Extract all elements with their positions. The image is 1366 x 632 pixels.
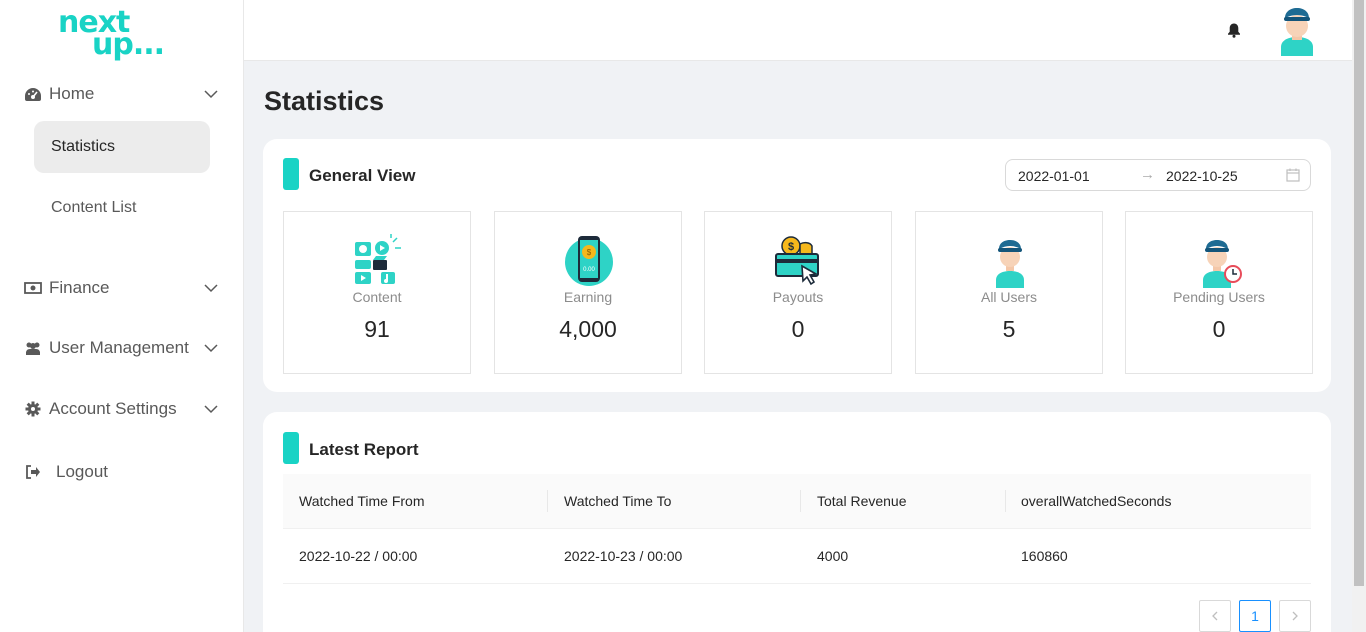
page-title: Statistics [264, 86, 385, 116]
general-view-title: General View [309, 166, 416, 185]
stat-value: 0 [791, 316, 805, 342]
stat-label: Content [352, 289, 402, 305]
user-avatar[interactable] [1278, 4, 1316, 56]
svg-text:$: $ [788, 241, 794, 253]
column-header[interactable]: Watched Time From [299, 493, 425, 509]
chevron-down-icon [204, 90, 218, 99]
stat-label: Earning [563, 289, 613, 305]
stat-card-pending-users: Pending Users 0 [1125, 211, 1313, 374]
brand-logo-line2: up... [92, 27, 165, 62]
sidebar-item-user-management[interactable]: User Management [0, 328, 244, 368]
sidebar-item-label: Account Settings [49, 399, 177, 418]
latest-report-card: Latest Report Watched Time From Watched … [263, 412, 1331, 632]
pagination-prev-button[interactable] [1199, 600, 1231, 632]
users-icon [996, 240, 1024, 288]
column-divider [800, 490, 801, 512]
stat-value: 4,000 [559, 316, 617, 342]
sidebar-item-content-list[interactable]: Content List [34, 182, 210, 234]
calendar-icon [1286, 168, 1300, 182]
stat-card-content: Content 91 [283, 211, 471, 374]
logout-icon [24, 463, 42, 481]
brand-logo[interactable]: next up... [58, 8, 168, 64]
scrollbar-thumb[interactable] [1354, 0, 1364, 586]
general-view-card: General View 2022-01-01 → 2022-10-25 Con… [263, 139, 1331, 392]
latest-report-title: Latest Report [309, 440, 419, 459]
svg-text:$: $ [587, 248, 592, 257]
sidebar-item-label: User Management [49, 338, 189, 357]
table-row[interactable]: 2022-10-22 / 00:00 2022-10-23 / 00:00 40… [283, 529, 1311, 584]
date-range-picker[interactable]: 2022-01-01 → 2022-10-25 [1005, 159, 1311, 191]
stat-card-payouts: $ Payouts 0 [704, 211, 892, 374]
svg-text:0.00: 0.00 [583, 267, 595, 273]
sidebar-item-logout[interactable]: Logout [0, 452, 244, 492]
stat-card-earning: $ 0.00 Earning 4,000 [494, 211, 682, 374]
chevron-down-icon [204, 284, 218, 293]
column-header[interactable]: Total Revenue [817, 493, 907, 509]
sidebar-item-finance[interactable]: Finance [0, 268, 244, 308]
column-header[interactable]: Watched Time To [564, 493, 671, 509]
date-to-input[interactable]: 2022-10-25 [1166, 168, 1238, 184]
chevron-left-icon [1212, 611, 1218, 621]
date-from-input[interactable]: 2022-01-01 [1018, 168, 1090, 184]
stat-label: Pending Users [1173, 289, 1265, 305]
column-header[interactable]: overallWatchedSeconds [1021, 493, 1171, 509]
sidebar-item-account-settings[interactable]: Account Settings [0, 389, 244, 429]
column-divider [1005, 490, 1006, 512]
table-cell: 2022-10-22 / 00:00 [299, 548, 418, 564]
stat-label: Payouts [772, 289, 824, 305]
table-cell: 160860 [1021, 548, 1068, 564]
section-marker [283, 432, 299, 464]
table-cell: 2022-10-23 / 00:00 [564, 548, 683, 564]
top-header [244, 0, 1352, 61]
gear-icon [24, 400, 42, 418]
bell-icon[interactable] [1226, 22, 1242, 38]
sidebar-item-home[interactable]: Home [0, 74, 244, 114]
sidebar: next up... Home Statistics Content List … [0, 0, 244, 632]
stat-value: 5 [1002, 316, 1016, 342]
sidebar-item-label: Logout [56, 462, 108, 481]
stat-value: 0 [1212, 316, 1226, 342]
chevron-down-icon [204, 405, 218, 414]
stat-card-all-users: All Users 5 [915, 211, 1103, 374]
table-cell: 4000 [817, 548, 849, 564]
sidebar-item-label: Finance [49, 278, 110, 297]
pagination-page-button[interactable]: 1 [1239, 600, 1271, 632]
content-icon [355, 234, 401, 284]
table-header: Watched Time From Watched Time To Total … [283, 474, 1311, 529]
payouts-icon: $ [775, 236, 819, 286]
chevron-right-icon [1292, 611, 1298, 621]
chevron-down-icon [204, 344, 218, 353]
stat-value: 91 [364, 316, 390, 342]
dashboard-icon [24, 85, 42, 103]
users-icon [24, 339, 42, 357]
stat-label: All Users [980, 289, 1037, 305]
column-divider [547, 490, 548, 512]
pending-users-icon [1203, 240, 1242, 288]
page-scrollbar[interactable] [1352, 0, 1366, 632]
sidebar-item-statistics[interactable]: Statistics [34, 121, 210, 173]
arrow-right-icon: → [1140, 166, 1155, 183]
section-marker [283, 158, 299, 190]
money-icon [24, 279, 42, 297]
earning-icon: $ 0.00 [565, 236, 613, 286]
pagination-next-button[interactable] [1279, 600, 1311, 632]
sidebar-item-label: Home [49, 84, 95, 103]
